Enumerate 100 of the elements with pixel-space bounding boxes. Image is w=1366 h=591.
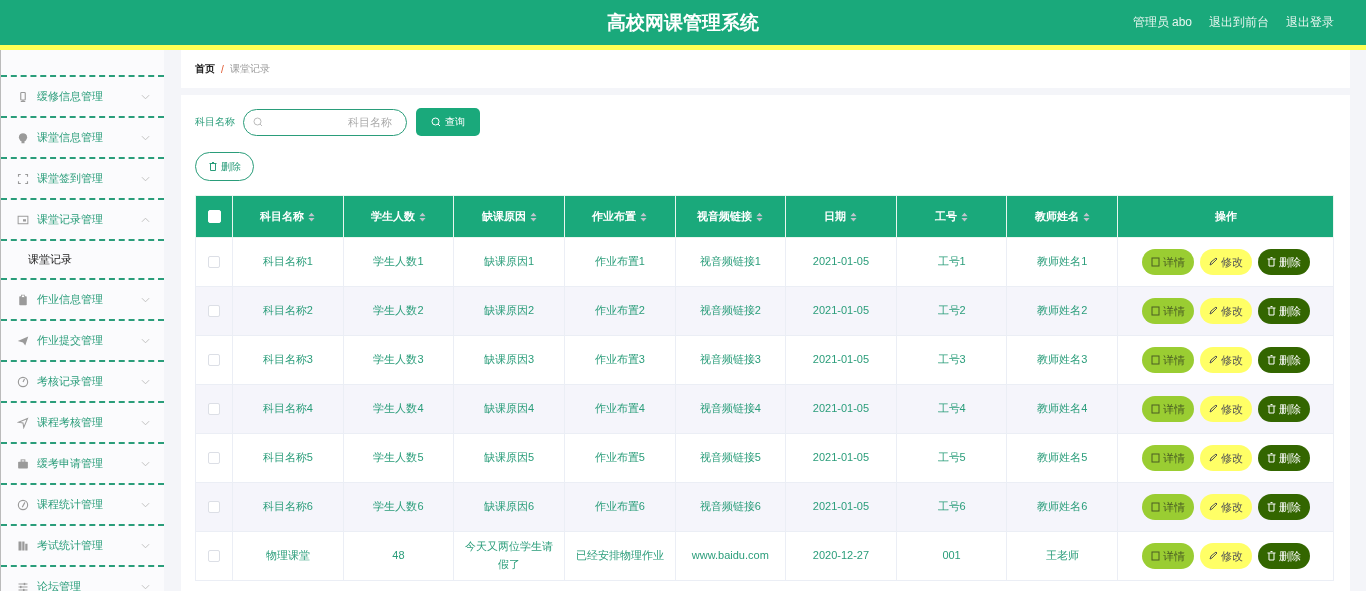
delete-button[interactable]: 删除 xyxy=(195,152,254,181)
menu-item[interactable]: 缓考申请管理 xyxy=(1,444,164,485)
menu-item[interactable]: 作业提交管理 xyxy=(1,321,164,362)
detail-button[interactable]: 详情 xyxy=(1141,543,1194,569)
header-link[interactable]: 退出登录 xyxy=(1286,14,1334,31)
detail-button[interactable]: 详情 xyxy=(1141,249,1194,275)
delete-button[interactable]: 删除 xyxy=(1257,249,1310,275)
delete-button[interactable]: 删除 xyxy=(1257,298,1310,324)
sort-icon xyxy=(850,211,858,222)
header-link[interactable]: 退出到前台 xyxy=(1209,14,1269,31)
search-field[interactable]: 科目名称 xyxy=(243,108,407,136)
table-cell: 科目名称1 xyxy=(262,255,313,268)
edit-button[interactable]: 修改 xyxy=(1199,494,1252,520)
pencil-icon xyxy=(1208,502,1218,512)
delete-button[interactable]: 删除 xyxy=(1257,494,1310,520)
chevron-up-icon xyxy=(141,216,150,223)
table-cell: 作业布置5 xyxy=(594,451,645,464)
arrow-outline-icon xyxy=(17,416,29,429)
table-cell: 作业布置6 xyxy=(594,500,645,513)
table-cell: 工号3 xyxy=(937,353,966,366)
edit-button[interactable]: 修改 xyxy=(1199,543,1252,569)
delete-button[interactable]: 删除 xyxy=(1257,396,1310,422)
delete-button[interactable]: 删除 xyxy=(1257,543,1310,569)
search-button[interactable]: 查询 xyxy=(416,108,480,136)
table-cell: 缺课原因2 xyxy=(484,304,535,317)
table-cell: 2021-01-05 xyxy=(812,451,870,464)
checkbox[interactable] xyxy=(208,452,220,465)
checkbox[interactable] xyxy=(208,305,220,318)
trash-icon xyxy=(1266,551,1276,561)
menu-item[interactable]: 课堂记录管理 xyxy=(1,200,164,241)
delete-button[interactable]: 删除 xyxy=(1257,347,1310,373)
column-header[interactable]: 缺课原因 xyxy=(453,195,565,238)
sliders-icon xyxy=(17,580,29,591)
sort-icon xyxy=(1082,211,1090,222)
edit-button[interactable]: 修改 xyxy=(1199,249,1252,275)
column-header[interactable]: 日期 xyxy=(785,195,897,238)
sort-icon xyxy=(756,211,764,222)
menu-item[interactable]: 考核记录管理 xyxy=(1,362,164,403)
table-cell: 视音频链接1 xyxy=(699,255,761,268)
table-cell: 缺课原因3 xyxy=(484,353,535,366)
breadcrumb-link[interactable]: 首页 xyxy=(195,62,215,76)
user-link[interactable]: 管理员 abo xyxy=(1132,14,1192,31)
table-cell: 视音频链接5 xyxy=(699,451,761,464)
edit-button[interactable]: 修改 xyxy=(1199,396,1252,422)
checkbox[interactable] xyxy=(208,550,220,563)
menu-item[interactable]: 考试统计管理 xyxy=(1,526,164,567)
menu-item[interactable]: 课程统计管理 xyxy=(1,485,164,526)
breadcrumb-separator: / xyxy=(221,63,224,75)
table-cell: 已经安排物理作业 xyxy=(575,549,664,562)
table-cell: 科目名称4 xyxy=(262,402,313,415)
detail-button[interactable]: 详情 xyxy=(1141,347,1194,373)
table-cell: 缺课原因1 xyxy=(484,255,535,268)
chevron-down-icon xyxy=(141,542,150,549)
menu-item[interactable]: 作业信息管理 xyxy=(1,280,164,321)
trash-icon xyxy=(1266,404,1276,414)
doc-icon xyxy=(1150,257,1160,267)
detail-button[interactable]: 详情 xyxy=(1141,445,1194,471)
edit-button[interactable]: 修改 xyxy=(1199,347,1252,373)
table-cell: 缺课原因5 xyxy=(484,451,535,464)
dial-icon xyxy=(17,375,29,388)
table-cell: 2021-01-05 xyxy=(812,255,870,268)
pencil-icon xyxy=(1208,306,1218,316)
screen-icon xyxy=(17,213,29,226)
checkbox[interactable] xyxy=(208,354,220,367)
table-cell: 学生人数4 xyxy=(373,402,424,415)
table-cell: 工号6 xyxy=(937,500,966,513)
table-cell: 工号4 xyxy=(937,402,966,415)
edit-button[interactable]: 修改 xyxy=(1199,445,1252,471)
submenu-item[interactable]: 课堂记录 xyxy=(1,241,164,278)
sort-icon xyxy=(640,211,648,222)
checkbox[interactable] xyxy=(208,256,220,269)
trash-icon xyxy=(1266,453,1276,463)
table-cell: 2020-12-27 xyxy=(812,549,870,562)
menu-item[interactable]: 缓修信息管理 xyxy=(1,77,164,118)
menu-item[interactable]: 课程考核管理 xyxy=(1,403,164,444)
sort-icon xyxy=(529,211,537,222)
trash-icon xyxy=(1266,257,1276,267)
table-cell: 作业布置2 xyxy=(594,304,645,317)
column-header: 操作 xyxy=(1117,195,1334,238)
menu-item[interactable]: 课堂信息管理 xyxy=(1,118,164,159)
column-header[interactable]: 作业布置 xyxy=(564,195,675,238)
column-header[interactable]: 学生人数 xyxy=(343,195,454,238)
table-cell: 2021-01-05 xyxy=(812,304,870,317)
checkbox[interactable] xyxy=(208,403,220,416)
column-header[interactable]: 工号 xyxy=(896,195,1007,238)
detail-button[interactable]: 详情 xyxy=(1141,396,1194,422)
menu-item[interactable]: 论坛管理 xyxy=(1,567,164,591)
table-cell: 科目名称3 xyxy=(262,353,313,366)
menu-item[interactable]: 课堂签到管理 xyxy=(1,159,164,200)
table-cell: 科目名称6 xyxy=(262,500,313,513)
detail-button[interactable]: 详情 xyxy=(1141,494,1194,520)
column-header[interactable]: 教师姓名 xyxy=(1006,195,1118,238)
delete-button[interactable]: 删除 xyxy=(1257,445,1310,471)
checkbox[interactable] xyxy=(208,501,220,514)
column-header[interactable]: 视音频链接 xyxy=(675,195,786,238)
table-cell: 工号5 xyxy=(937,451,966,464)
compass-icon xyxy=(17,498,29,511)
column-header[interactable]: 科目名称 xyxy=(232,195,344,238)
edit-button[interactable]: 修改 xyxy=(1199,298,1252,324)
detail-button[interactable]: 详情 xyxy=(1141,298,1194,324)
